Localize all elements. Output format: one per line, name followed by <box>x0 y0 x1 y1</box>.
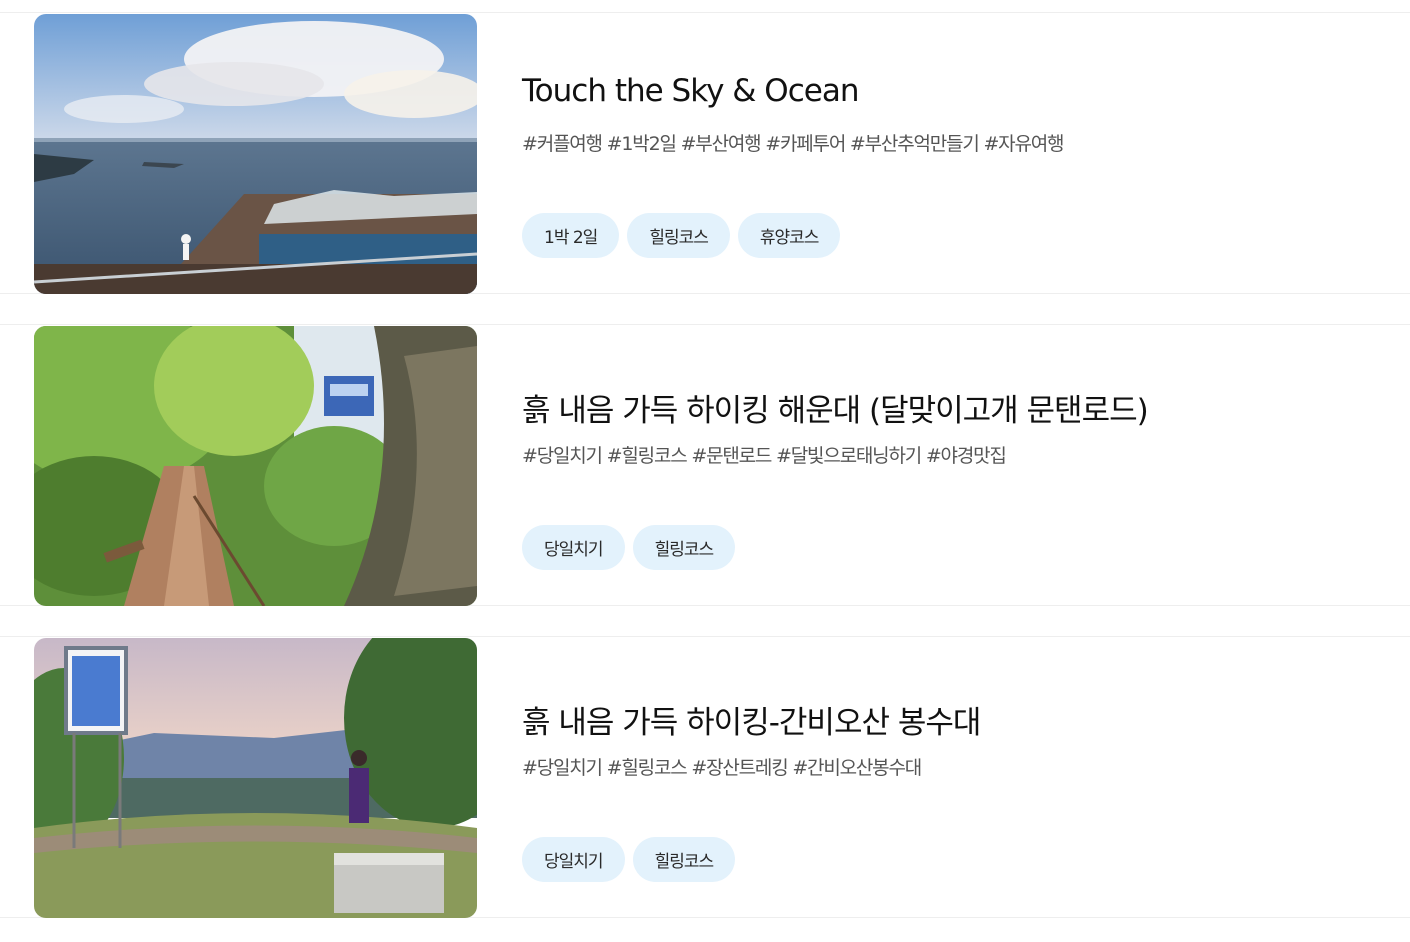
course-thumbnail-forest-trail[interactable] <box>34 326 477 606</box>
course-title[interactable]: Touch the Sky & Ocean <box>522 73 859 109</box>
course-thumbnail-ocean-cafe[interactable] <box>34 14 477 294</box>
forest-trail-photo <box>34 326 477 606</box>
course-list: Touch the Sky & Ocean #커플여행 #1박2일 #부산여행 … <box>0 0 1410 942</box>
tag-chip[interactable]: 당일치기 <box>522 525 625 570</box>
course-hashtags: #커플여행 #1박2일 #부산여행 #카페투어 #부산추억만들기 #자유여행 <box>522 133 1064 155</box>
course-tag-chips: 당일치기 힐링코스 <box>522 837 736 882</box>
course-card[interactable]: 흙 내음 가득 하이킹 해운대 (달맞이고개 문탠로드) #당일치기 #힐링코스… <box>0 324 1410 606</box>
course-hashtags: #당일치기 #힐링코스 #문탠로드 #달빛으로태닝하기 #야경맛집 <box>522 445 1007 467</box>
course-title[interactable]: 흙 내음 가득 하이킹-간비오산 봉수대 <box>522 697 981 742</box>
tag-chip[interactable]: 1박 2일 <box>522 213 620 258</box>
course-hashtags: #당일치기 #힐링코스 #장산트레킹 #간비오산봉수대 <box>522 757 922 779</box>
ocean-terrace-photo <box>34 14 477 294</box>
course-tag-chips: 당일치기 힐링코스 <box>522 525 736 570</box>
mountain-beacon-photo <box>34 638 477 918</box>
course-title[interactable]: 흙 내음 가득 하이킹 해운대 (달맞이고개 문탠로드) <box>522 385 1149 430</box>
course-thumbnail-beacon-mountain[interactable] <box>34 638 477 918</box>
course-card[interactable]: 흙 내음 가득 하이킹-간비오산 봉수대 #당일치기 #힐링코스 #장산트레킹 … <box>0 636 1410 918</box>
tag-chip[interactable]: 힐링코스 <box>632 525 736 570</box>
course-tag-chips: 1박 2일 힐링코스 휴양코스 <box>522 213 841 258</box>
tag-chip[interactable]: 힐링코스 <box>627 213 730 258</box>
tag-chip[interactable]: 당일치기 <box>522 837 625 882</box>
tag-chip[interactable]: 힐링코스 <box>632 837 736 882</box>
tag-chip[interactable]: 휴양코스 <box>737 213 841 258</box>
course-card[interactable]: Touch the Sky & Ocean #커플여행 #1박2일 #부산여행 … <box>0 12 1410 294</box>
